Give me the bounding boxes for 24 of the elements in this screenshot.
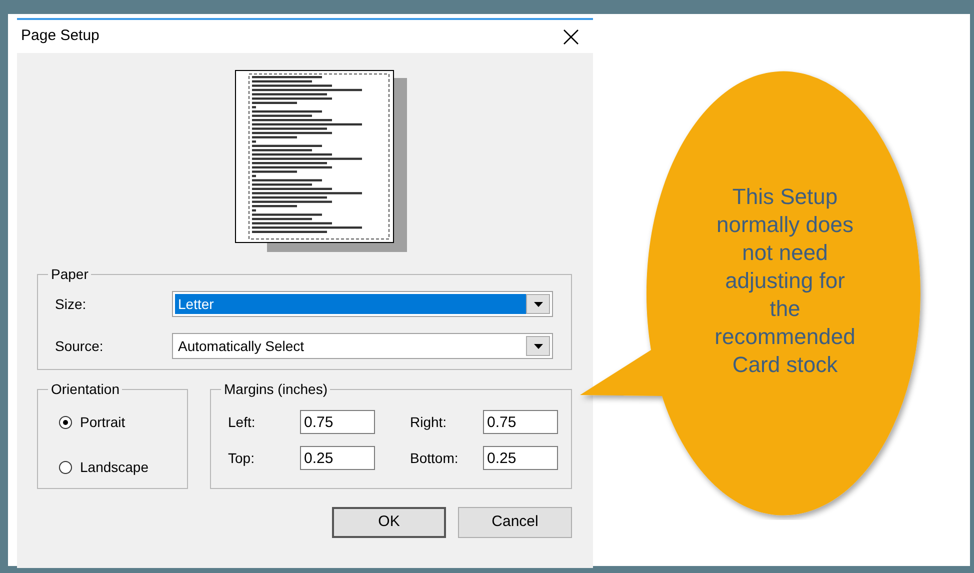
dialog-button[interactable]: Cancel	[458, 507, 572, 538]
dropdown[interactable]: Letter	[172, 291, 553, 317]
input-field[interactable]: 0.75	[483, 410, 558, 434]
group-label: Margins (inches)	[223, 382, 328, 396]
field-label: Left:	[228, 412, 256, 432]
group-label: Paper	[50, 267, 90, 281]
window-title: Page Setup	[21, 26, 100, 46]
callout-text: This Setup normally does not need adjusting for the recommended Card stock	[714, 183, 856, 379]
caret-icon	[534, 344, 542, 348]
caret-icon	[534, 302, 542, 306]
dialog-button[interactable]: OK	[332, 507, 446, 538]
radio-button[interactable]: Portrait	[59, 412, 173, 433]
input-field[interactable]: 0.25	[300, 446, 375, 470]
dropdown[interactable]: Automatically Select	[172, 333, 553, 359]
input-field[interactable]: 0.25	[483, 446, 558, 470]
radio-button[interactable]: Landscape	[59, 457, 173, 478]
group-label: Orientation	[50, 382, 120, 396]
field-label: Source:	[55, 336, 104, 356]
field-label: Top:	[228, 448, 256, 468]
input-field[interactable]: 0.75	[300, 410, 375, 434]
close-icon[interactable]	[563, 28, 579, 44]
field-label: Bottom:	[410, 448, 460, 468]
field-label: Size:	[55, 294, 88, 314]
field-label: Right:	[410, 412, 448, 432]
